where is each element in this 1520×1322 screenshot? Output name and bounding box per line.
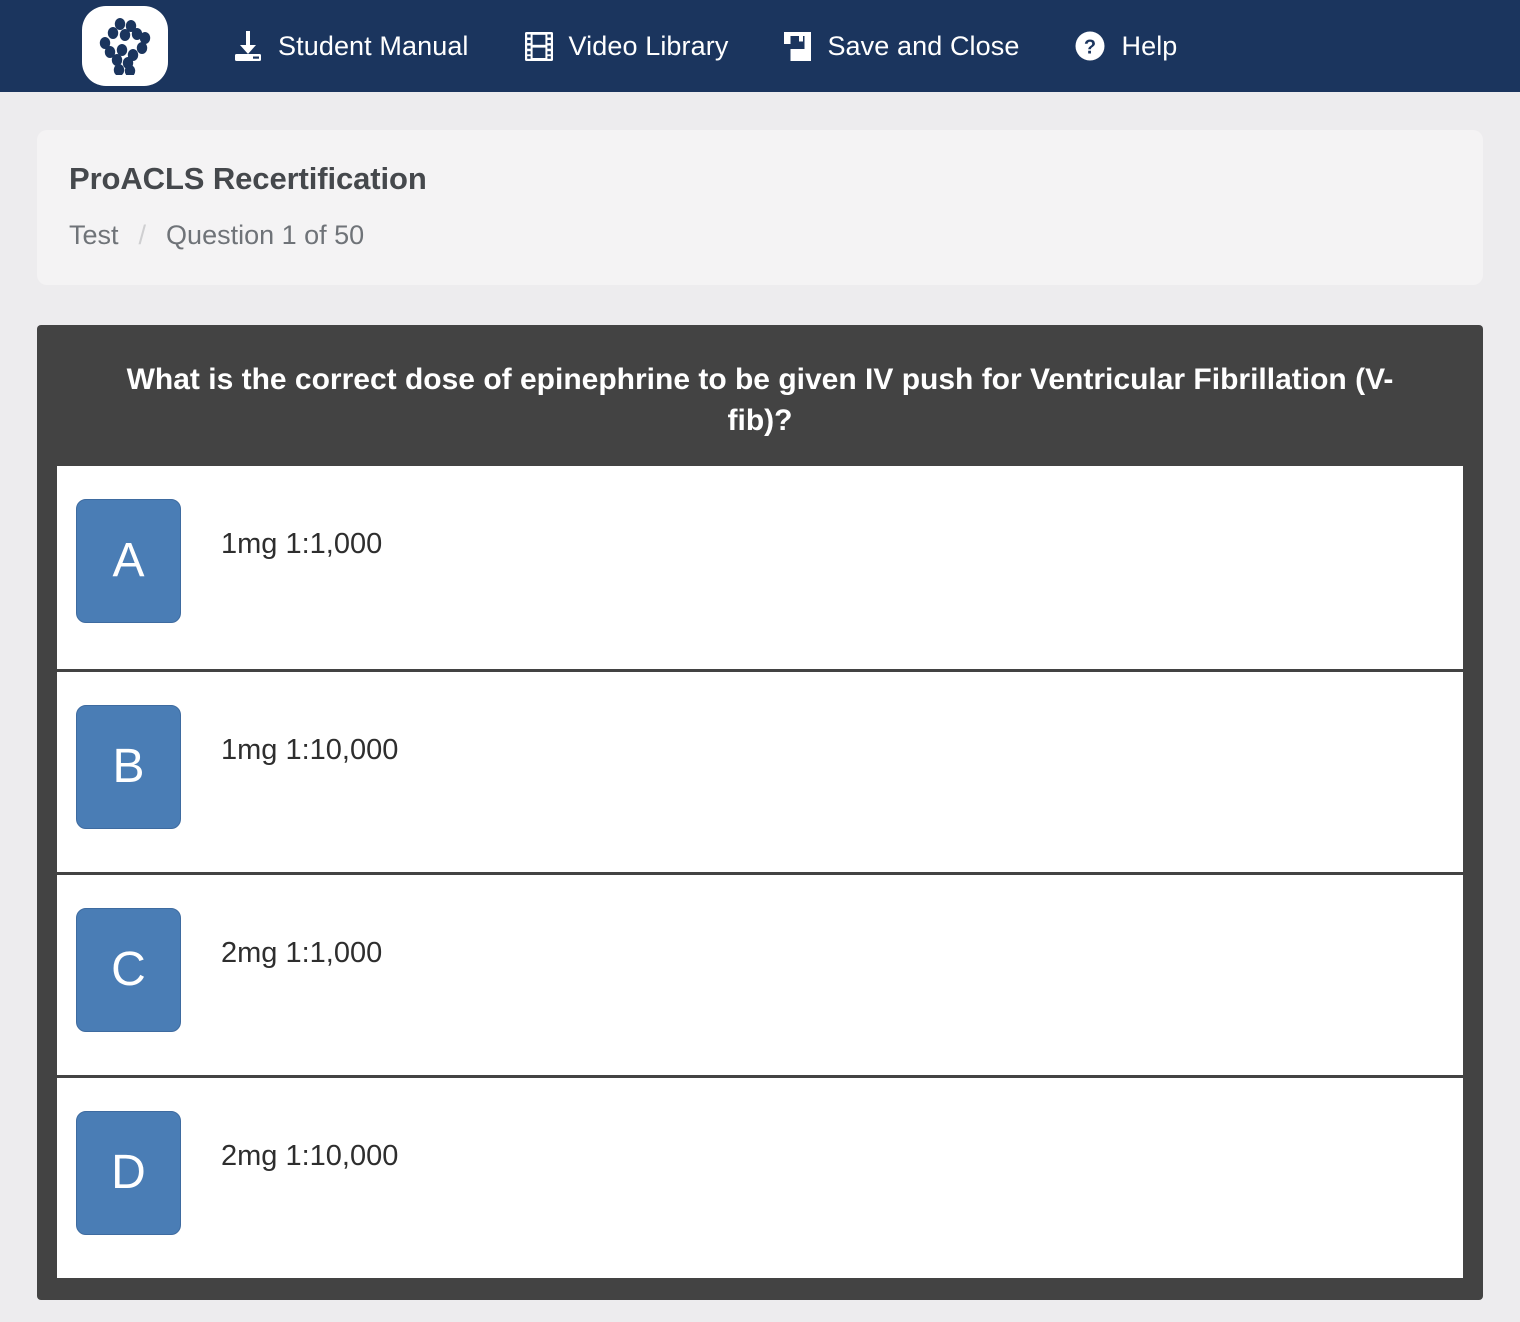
nav-label: Save and Close [827,30,1020,61]
option-letter-badge-b: B [76,704,181,829]
breadcrumb-separator: / [138,220,147,251]
question-text: What is the correct dose of epinephrine … [126,363,1394,438]
answer-option-b[interactable]: B 1mg 1:10,000 [57,668,1463,872]
download-icon [234,31,262,61]
course-header-card: ProACLS Recertification Test / Question … [37,130,1483,286]
proacls-logo[interactable] [82,6,168,86]
nav-label: Video Library [568,30,729,61]
breadcrumb: Test / Question 1 of 50 [69,220,1483,251]
page-content: ProACLS Recertification Test / Question … [0,130,1520,1300]
nav-item-student-manual[interactable]: Student Manual [234,31,469,61]
option-letter-badge-a: A [76,498,181,623]
breadcrumb-item-test[interactable]: Test [69,220,119,251]
svg-text:?: ? [1084,37,1096,59]
option-label-d: 2mg 1:10,000 [221,1139,399,1172]
floppy-disk-save-icon [784,31,812,61]
option-label-b: 1mg 1:10,000 [221,733,399,766]
answer-option-a[interactable]: A 1mg 1:1,000 [57,465,1463,669]
top-navigation-bar: Student Manual Video Library Save and Cl… [0,0,1520,92]
nav-label: Help [1121,30,1178,61]
question-circle-icon: ? [1075,31,1105,61]
answer-option-c[interactable]: C 2mg 1:1,000 [57,871,1463,1075]
option-letter-badge-c: C [76,907,181,1032]
breadcrumb-item-current-question: Question 1 of 50 [166,220,365,251]
option-label-a: 1mg 1:1,000 [221,527,383,560]
answer-options-list: A 1mg 1:1,000 B 1mg 1:10,000 C 2mg 1:1,0… [57,465,1463,1278]
nav-menu: Student Manual Video Library Save and Cl… [234,31,1233,61]
page-title: ProACLS Recertification [69,161,427,196]
nav-item-save-and-close[interactable]: Save and Close [784,30,1020,61]
option-letter-badge-d: D [76,1110,181,1235]
nav-item-help[interactable]: ? Help [1075,31,1177,61]
film-strip-icon [524,31,553,61]
nav-label: Student Manual [278,30,469,61]
nav-item-video-library[interactable]: Video Library [524,30,729,61]
option-label-c: 2mg 1:1,000 [221,936,383,969]
question-card: What is the correct dose of epinephrine … [37,325,1483,1300]
answer-option-d[interactable]: D 2mg 1:10,000 [57,1074,1463,1278]
